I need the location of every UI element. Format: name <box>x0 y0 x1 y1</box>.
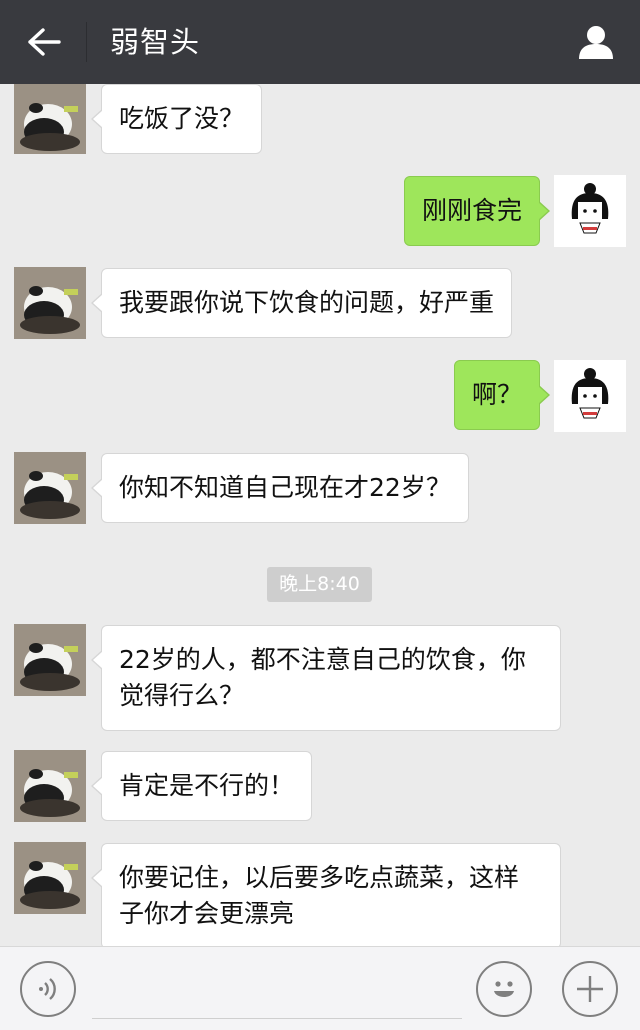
message-text: 吃饭了没？ <box>119 104 245 133</box>
message-timestamp: 晚上8:40 <box>267 567 372 602</box>
outgoing-message[interactable]: 刚刚食完 <box>403 176 551 246</box>
contact-avatar[interactable] <box>14 750 86 822</box>
message-text: 你知不知道自己现在才22岁？ <box>119 473 451 502</box>
title-bar: 弱智头 <box>0 0 640 84</box>
incoming-message[interactable]: 你知不知道自己现在才22岁？ <box>91 453 469 523</box>
plus-icon <box>574 973 606 1005</box>
arrow-left-icon <box>27 27 61 57</box>
contact-avatar[interactable] <box>14 84 86 154</box>
back-button[interactable] <box>18 18 70 66</box>
incoming-message[interactable]: 我要跟你说下饮食的问题，好严重 <box>90 268 513 338</box>
chat-screen: 弱智头 吃饭了没？ 刚刚食完 我要跟你说下饮食的问题，好严重 啊？ 你知不知道自… <box>0 0 640 1030</box>
contact-avatar[interactable] <box>14 624 86 696</box>
more-options-button[interactable] <box>562 961 618 1017</box>
my-avatar[interactable] <box>554 360 626 432</box>
incoming-message[interactable]: 肯定是不行的！ <box>90 751 313 821</box>
header-divider <box>86 22 87 62</box>
emoji-button[interactable] <box>476 961 532 1017</box>
contact-avatar[interactable] <box>14 267 86 339</box>
emoji-icon <box>487 972 521 1006</box>
message-input[interactable] <box>92 957 462 1019</box>
message-text: 啊？ <box>471 380 522 409</box>
message-list[interactable]: 吃饭了没？ 刚刚食完 我要跟你说下饮食的问题，好严重 啊？ 你知不知道自己现在才… <box>0 84 640 946</box>
input-toolbar <box>0 946 640 1030</box>
contact-avatar[interactable] <box>14 842 86 914</box>
message-text: 肯定是不行的！ <box>119 771 295 800</box>
voice-input-button[interactable] <box>20 961 76 1017</box>
message-text: 我要跟你说下饮食的问题，好严重 <box>119 288 495 317</box>
incoming-message[interactable]: 你要记住，以后要多吃点蔬菜，这样子你才会更漂亮 <box>91 843 561 946</box>
message-text: 22岁的人，都不注意自己的饮食，你觉得行么？ <box>119 645 526 710</box>
person-icon <box>577 24 615 60</box>
message-text: 刚刚食完 <box>421 196 522 225</box>
contact-avatar[interactable] <box>14 452 86 524</box>
my-avatar[interactable] <box>554 175 626 247</box>
voice-icon <box>35 976 61 1002</box>
incoming-message[interactable]: 吃饭了没？ <box>90 84 263 154</box>
message-text: 你要记住，以后要多吃点蔬菜，这样子你才会更漂亮 <box>119 863 520 928</box>
chat-title: 弱智头 <box>110 25 201 59</box>
incoming-message[interactable]: 22岁的人，都不注意自己的饮食，你觉得行么？ <box>91 625 561 731</box>
chat-info-button[interactable] <box>574 20 618 64</box>
outgoing-message[interactable]: 啊？ <box>453 360 551 430</box>
